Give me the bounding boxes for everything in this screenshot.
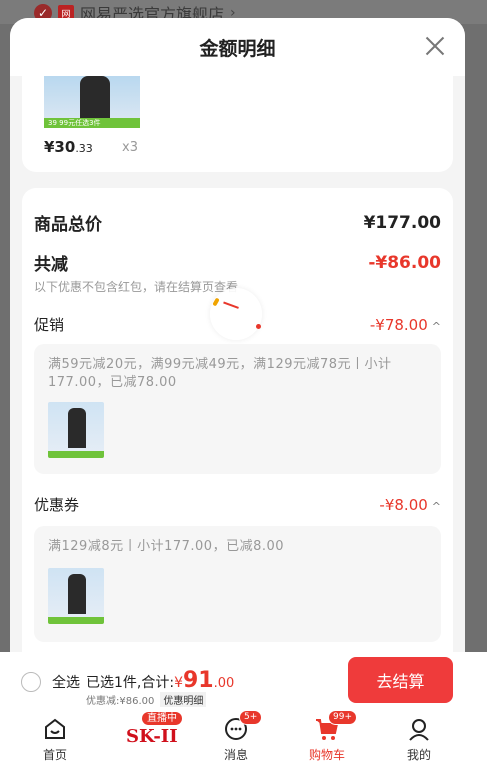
tab-cart[interactable]: 99+ 购物车 <box>297 710 357 772</box>
cart-summary-bar: 全选 已选1件,合计:¥91.00 优惠减:¥86.00 优惠明细 去结算 <box>0 652 487 712</box>
total-currency: ¥ <box>174 675 183 691</box>
loading-spinner <box>210 288 262 340</box>
product-price: ¥30.33 <box>44 138 93 156</box>
select-all-radio[interactable] <box>21 672 41 692</box>
product-thumbnail[interactable]: 39 99元任选3件 <box>44 76 140 128</box>
checkout-button[interactable]: 去结算 <box>348 657 453 703</box>
price-breakdown-card: 商品总价 ¥177.00 共减 -¥86.00 以下优惠不包含红包，请在结算页查… <box>22 188 453 658</box>
discount-text: 优惠减:¥86.00 <box>86 696 155 707</box>
tab-mine[interactable]: 我的 <box>389 712 449 772</box>
total-decimal: .00 <box>213 676 235 691</box>
goods-total-row: 商品总价 ¥177.00 <box>34 210 441 236</box>
promotion-detail: 满59元减20元，满99元减49元，满129元减78元丨小计177.00，已减7… <box>34 344 441 474</box>
reduce-note: 以下优惠不包含红包，请在结算页查看 <box>34 280 239 294</box>
chevron-up-icon: ^ <box>431 320 441 333</box>
promotion-product-thumbnail[interactable] <box>48 402 104 458</box>
product-model-image <box>68 408 86 448</box>
select-all-label[interactable]: 全选 <box>52 672 80 692</box>
discount-detail-button[interactable]: 优惠明细 <box>160 692 207 707</box>
tab-cart-label: 购物车 <box>308 748 345 762</box>
sheet-header: 金额明细 <box>10 18 465 76</box>
tab-home[interactable]: 首页 <box>25 712 85 772</box>
goods-total-value: ¥177.00 <box>363 212 441 233</box>
close-icon[interactable] <box>423 34 447 58</box>
coupon-row[interactable]: 优惠券 -¥8.00 ^ <box>34 494 441 515</box>
coupon-detail-text: 满129减8元丨小计177.00，已减8.00 <box>48 539 285 554</box>
user-icon <box>406 716 432 742</box>
product-promo-strip <box>48 451 104 458</box>
cart-badge: 99+ <box>328 710 357 725</box>
live-badge: 直播中 <box>142 712 182 725</box>
bottom-tab-bar: 首页 直播中 SK-II 5+ 消息 99+ 购物车 我的 <box>0 710 487 784</box>
reduce-total-value: -¥86.00 <box>368 252 441 273</box>
tab-mine-label: 我的 <box>406 748 431 762</box>
coupon-toggle[interactable]: -¥8.00 ^ <box>379 495 441 514</box>
promotion-value: -¥78.00 <box>369 316 428 334</box>
tab-messages-label: 消息 <box>223 748 248 762</box>
reduce-total-label: 共减 <box>34 255 68 275</box>
promotion-toggle[interactable]: -¥78.00 ^ <box>370 315 441 334</box>
promotion-label: 促销 <box>34 316 65 334</box>
selected-count-text: 已选1件,合计: <box>86 675 175 691</box>
cart-icon: 99+ <box>314 710 357 742</box>
skii-logo[interactable]: SK-II <box>126 726 178 747</box>
product-model-image <box>68 574 86 614</box>
discount-line: 优惠减:¥86.00 优惠明细 <box>86 692 207 707</box>
coupon-label: 优惠券 <box>34 496 80 514</box>
product-promo-strip: 39 99元任选3件 <box>44 118 140 128</box>
promotion-detail-text: 满59元减20元，满99元减49元，满129元减78元丨小计177.00，已减7… <box>48 357 392 390</box>
cart-total: 已选1件,合计:¥91.00 <box>86 668 234 693</box>
product-model-image <box>80 76 110 120</box>
product-promo-strip <box>48 617 104 624</box>
product-card: 39 99元任选3件 ¥30.33 x3 <box>22 76 453 172</box>
sheet-title: 金额明细 <box>199 37 276 60</box>
goods-total-label: 商品总价 <box>34 215 102 235</box>
reduce-total-row: 共减 -¥86.00 <box>34 250 441 276</box>
coupon-product-thumbnail[interactable] <box>48 568 104 624</box>
total-integer: 91 <box>183 668 214 693</box>
home-icon <box>42 716 68 742</box>
coupon-detail: 满129减8元丨小计177.00，已减8.00 <box>34 526 441 642</box>
amount-detail-sheet: 金额明细 39 99元任选3件 ¥30.33 x3 商品总价 ¥177.00 共… <box>10 18 465 658</box>
tab-messages[interactable]: 5+ 消息 <box>206 710 266 772</box>
product-quantity: x3 <box>122 140 138 155</box>
coupon-value: -¥8.00 <box>379 496 428 514</box>
messages-badge: 5+ <box>239 710 263 725</box>
tab-home-label: 首页 <box>42 748 67 762</box>
message-icon: 5+ <box>223 710 263 742</box>
chevron-up-icon: ^ <box>431 500 441 513</box>
